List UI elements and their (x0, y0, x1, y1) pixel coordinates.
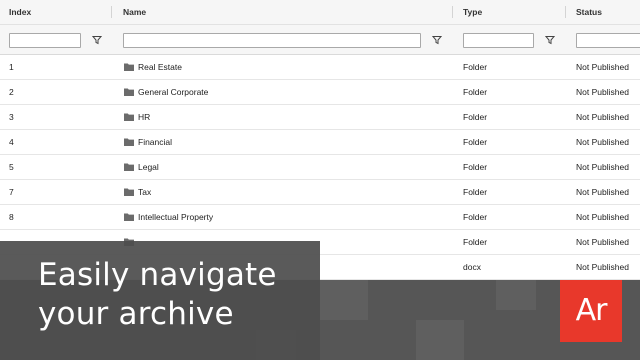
cell-index: 2 (9, 87, 14, 97)
folder-icon (124, 138, 134, 146)
folder-icon (124, 113, 134, 121)
cell-status: Not Published (576, 112, 629, 122)
decorative-tile (496, 280, 536, 310)
column-header-status[interactable]: Status (576, 0, 602, 25)
cell-name: HR (138, 112, 151, 122)
column-header-type[interactable]: Type (463, 0, 482, 25)
column-header-row: Index Name Type Status (0, 0, 640, 25)
cell-name: Tax (138, 187, 152, 197)
cell-index: 7 (9, 187, 14, 197)
column-divider[interactable] (111, 6, 112, 18)
cell-status: Not Published (576, 87, 629, 97)
column-header-name[interactable]: Name (123, 0, 146, 25)
cell-index: 4 (9, 137, 14, 147)
cell-index: 5 (9, 162, 14, 172)
cell-type: Folder (463, 137, 488, 147)
banner-headline: Easily navigate your archive (38, 256, 277, 334)
cell-type: Folder (463, 87, 488, 97)
cell-name: General Corporate (138, 87, 209, 97)
decorative-tile (320, 280, 368, 320)
cell-type: Folder (463, 237, 488, 247)
headline-line-2: your archive (38, 296, 234, 332)
cell-status: Not Published (576, 262, 629, 272)
data-grid: Index Name Type Status 1 Real Estate Fol… (0, 0, 640, 280)
table-row[interactable]: 2 General Corporate Folder Not Published (0, 80, 640, 105)
cell-status: Not Published (576, 137, 629, 147)
index-filter-input[interactable] (9, 33, 81, 48)
cell-type: docx (463, 262, 481, 272)
cell-type: Folder (463, 62, 488, 72)
cell-type: Folder (463, 212, 488, 222)
table-row[interactable]: 1 Real Estate Folder Not Published (0, 55, 640, 80)
folder-icon (124, 88, 134, 96)
folder-icon (124, 188, 134, 196)
filter-row (0, 25, 640, 55)
cell-status: Not Published (576, 162, 629, 172)
table-row[interactable]: 8 Intellectual Property Folder Not Publi… (0, 205, 640, 230)
column-header-index[interactable]: Index (9, 0, 31, 25)
table-row[interactable]: 5 Legal Folder Not Published (0, 155, 640, 180)
cell-status: Not Published (576, 187, 629, 197)
cell-name: Legal (138, 162, 159, 172)
cell-index: 8 (9, 212, 14, 222)
cell-name: Financial (138, 137, 173, 147)
cell-type: Folder (463, 112, 488, 122)
table-row[interactable]: 3 HR Folder Not Published (0, 105, 640, 130)
cell-name: Intellectual Property (138, 212, 214, 222)
cell-index: 1 (9, 62, 14, 72)
cell-status: Not Published (576, 62, 629, 72)
table-row[interactable]: 7 Tax Folder Not Published (0, 180, 640, 205)
funnel-icon[interactable] (545, 35, 555, 45)
status-filter-input[interactable] (576, 33, 640, 48)
cell-type: Folder (463, 187, 488, 197)
type-filter-input[interactable] (463, 33, 534, 48)
column-divider[interactable] (565, 6, 566, 18)
cell-status: Not Published (576, 237, 629, 247)
cell-type: Folder (463, 162, 488, 172)
funnel-icon[interactable] (432, 35, 442, 45)
folder-icon (124, 213, 134, 221)
folder-icon (124, 163, 134, 171)
headline-line-1: Easily navigate (38, 257, 277, 293)
table-row[interactable]: 4 Financial Folder Not Published (0, 130, 640, 155)
cell-status: Not Published (576, 212, 629, 222)
cell-index: 3 (9, 112, 14, 122)
archive-logo: Ar (560, 280, 622, 342)
cell-name: Real Estate (138, 62, 182, 72)
name-filter-input[interactable] (123, 33, 421, 48)
decorative-tile (416, 320, 464, 360)
column-divider[interactable] (452, 6, 453, 18)
folder-icon (124, 63, 134, 71)
funnel-icon[interactable] (92, 35, 102, 45)
